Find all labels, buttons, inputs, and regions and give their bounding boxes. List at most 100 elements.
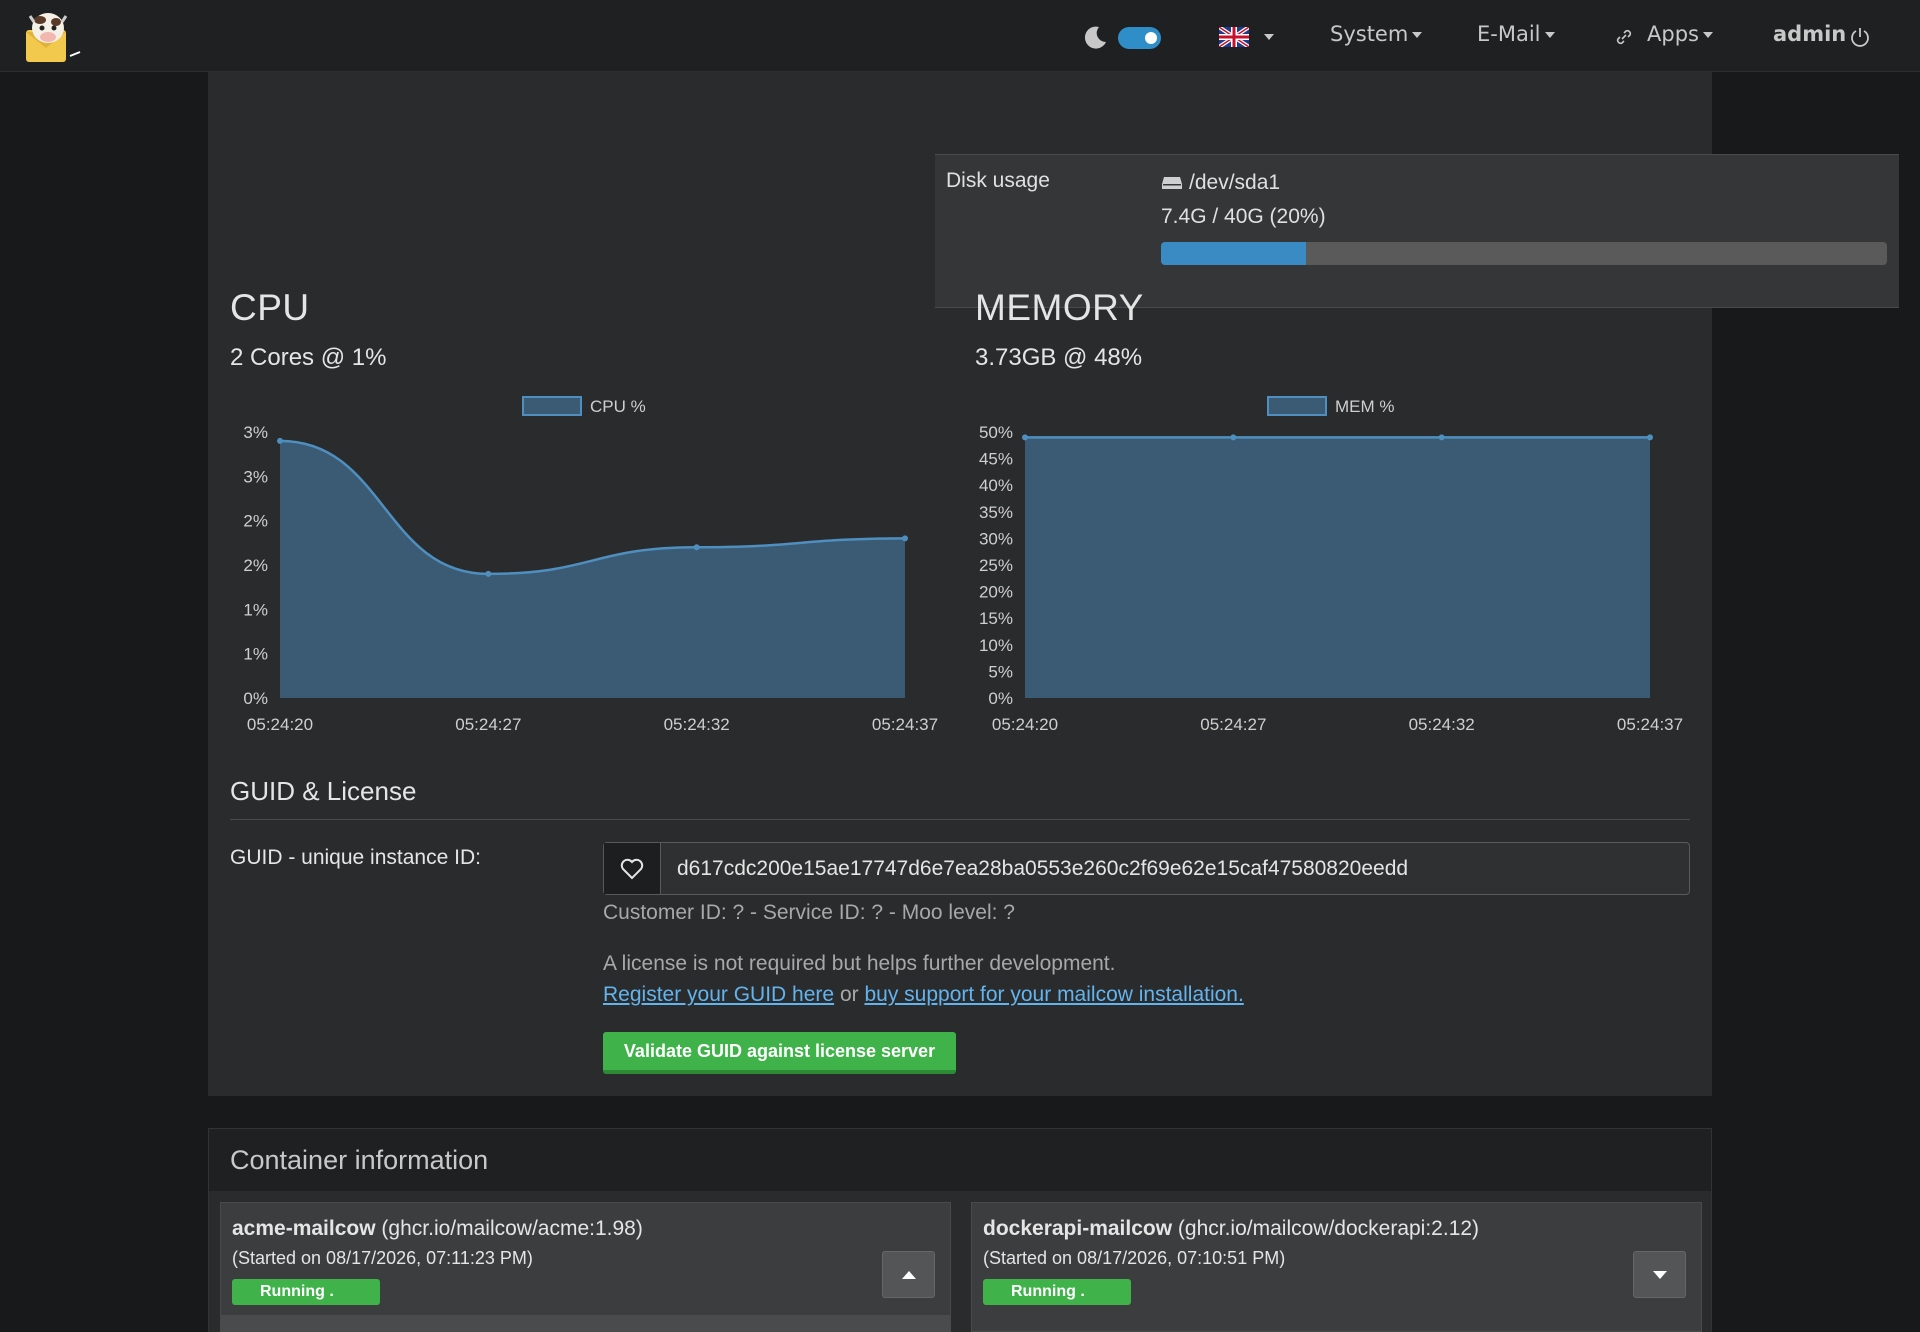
container-started: (Started on 08/17/2026, 07:11:23 PM) — [232, 1248, 533, 1268]
chevron-down-icon — [1702, 32, 1713, 38]
cpu-point — [693, 544, 700, 551]
menu-email[interactable]: E-Mail — [1477, 22, 1555, 46]
mem-y-tick: 15% — [979, 609, 1013, 628]
license-or-text: or — [839, 983, 859, 1006]
chevron-down-icon — [1544, 32, 1555, 38]
mem-y-tick: 50% — [979, 423, 1013, 442]
container-info-panel: Container information acme-mailcow (ghcr… — [208, 1128, 1712, 1332]
mem-x-tick: 05:24:37 — [1617, 715, 1683, 734]
cpu-point — [485, 570, 492, 577]
guid-field[interactable]: d617cdc200e15ae17747d6e7ea28ba0553e260c2… — [661, 843, 1689, 894]
license-links: Register your GUID here or buy support f… — [603, 983, 1244, 1007]
license-text: A license is not required but helps furt… — [603, 952, 1116, 975]
container-name: dockerapi-mailcow — [983, 1217, 1173, 1240]
container-info-header: Container information — [209, 1129, 1711, 1191]
validate-guid-button[interactable]: Validate GUID against license server — [603, 1032, 956, 1074]
divider — [230, 819, 1690, 820]
cpu-y-tick: 3% — [243, 467, 268, 486]
mem-y-tick: 45% — [979, 450, 1013, 469]
cpu-legend-label: CPU % — [590, 397, 646, 416]
container-name-line: dockerapi-mailcow (ghcr.io/mailcow/docke… — [983, 1217, 1479, 1241]
menu-system[interactable]: System — [1330, 22, 1423, 46]
mem-y-tick: 5% — [988, 662, 1013, 681]
mem-x-tick: 05:24:32 — [1409, 715, 1475, 734]
mem-y-tick: 10% — [979, 636, 1013, 655]
mem-x-tick: 05:24:20 — [992, 715, 1058, 734]
cpu-x-tick: 05:24:20 — [247, 715, 313, 734]
cpu-subtitle: 2 Cores @ 1% — [230, 344, 387, 371]
disk-usage-box: Disk usage /dev/sda1 7.4G / 40G (20%) — [935, 154, 1899, 308]
cpu-chart: CPU % 0% 1% 1% 2% 2% 3% 3% 05:24:20 05:24:27 05:24… — [243, 396, 938, 734]
cpu-title: CPU — [230, 287, 310, 328]
moon-icon[interactable] — [1082, 24, 1108, 50]
mailcow-logo[interactable] — [20, 8, 86, 66]
mem-y-tick: 40% — [979, 476, 1013, 495]
mem-legend-label: MEM % — [1335, 397, 1395, 416]
hdd-icon — [1162, 177, 1182, 190]
mem-point — [1230, 434, 1237, 441]
disk-progress-fill — [1161, 242, 1307, 265]
cpu-y-tick: 3% — [243, 423, 268, 442]
menu-email-label: E-Mail — [1477, 22, 1541, 46]
mem-y-tick: 20% — [979, 583, 1013, 602]
container-image: (ghcr.io/mailcow/dockerapi:2.12) — [1177, 1217, 1480, 1240]
mem-y-tick: 35% — [979, 503, 1013, 522]
cpu-legend: CPU % — [522, 396, 646, 416]
container-image: (ghcr.io/mailcow/acme:1.98) — [381, 1217, 643, 1240]
menu-system-label: System — [1330, 22, 1409, 46]
guid-input-group: d617cdc200e15ae17747d6e7ea28ba0553e260c2… — [603, 842, 1690, 895]
cpu-point — [277, 437, 283, 444]
memory-chart: MEM % 0% 5% 10% 15% 20% 25% 30% 35% 40% 45% 50% 05:2… — [979, 396, 1683, 734]
cpu-x-tick: 05:24:27 — [455, 715, 521, 734]
container-card: dockerapi-mailcow (ghcr.io/mailcow/docke… — [971, 1202, 1702, 1332]
username: admin — [1773, 22, 1847, 46]
register-guid-link[interactable]: Register your GUID here — [603, 983, 834, 1006]
chevron-down-icon — [1652, 1270, 1667, 1279]
user-menu[interactable]: admin — [1773, 22, 1846, 46]
buy-support-link[interactable]: buy support for your mailcow installatio… — [864, 983, 1243, 1006]
heart-icon-addon — [604, 843, 661, 894]
cpu-legend-swatch — [522, 396, 582, 416]
chevron-down-icon[interactable] — [1264, 34, 1274, 40]
power-icon[interactable] — [1849, 26, 1871, 48]
cpu-y-tick: 1% — [243, 600, 268, 619]
expand-button[interactable] — [1633, 1251, 1686, 1298]
link-icon — [1616, 29, 1632, 45]
mem-point — [1022, 434, 1028, 441]
chevron-up-icon — [901, 1270, 916, 1279]
cpu-y-tick: 2% — [243, 512, 268, 531]
theme-toggle[interactable] — [1118, 27, 1161, 49]
mem-y-tick: 0% — [988, 689, 1013, 708]
cpu-x-tick: 05:24:37 — [872, 715, 938, 734]
cpu-point — [902, 535, 908, 542]
mem-y-tick: 30% — [979, 529, 1013, 548]
memory-title: MEMORY — [975, 287, 1144, 328]
mem-point — [1438, 434, 1445, 441]
collapse-button[interactable] — [882, 1251, 935, 1298]
mem-legend-swatch — [1267, 396, 1327, 416]
mem-legend: MEM % — [1267, 396, 1395, 416]
mem-area — [1025, 437, 1650, 698]
guid-license-heading: GUID & License — [230, 776, 417, 806]
guid-label: GUID - unique instance ID: — [230, 846, 481, 869]
container-info-title: Container information — [230, 1145, 489, 1175]
guid-meta: Customer ID: ? - Service ID: ? - Moo lev… — [603, 901, 1015, 924]
uk-flag-icon[interactable] — [1219, 27, 1249, 47]
container-name: acme-mailcow — [232, 1217, 376, 1240]
mem-x-tick: 05:24:27 — [1200, 715, 1266, 734]
cpu-x-tick: 05:24:32 — [664, 715, 730, 734]
menu-apps[interactable]: Apps — [1647, 22, 1713, 46]
chevron-down-icon — [1412, 32, 1423, 38]
mem-y-tick: 25% — [979, 556, 1013, 575]
container-card: acme-mailcow (ghcr.io/mailcow/acme:1.98)… — [220, 1202, 951, 1332]
disk-usage-value: 7.4G / 40G (20%) — [1161, 205, 1326, 228]
disk-device-name: /dev/sda1 — [1189, 171, 1281, 194]
status-badge: Running . — [232, 1279, 380, 1305]
disk-progress-bar — [1161, 242, 1887, 265]
cpu-area — [280, 440, 905, 698]
top-navbar: System E-Mail Apps admin — [0, 0, 1920, 72]
disk-device: /dev/sda1 — [1161, 171, 1280, 195]
menu-apps-label: Apps — [1647, 22, 1699, 46]
cpu-y-tick: 1% — [243, 645, 268, 664]
status-badge: Running . — [983, 1279, 1131, 1305]
